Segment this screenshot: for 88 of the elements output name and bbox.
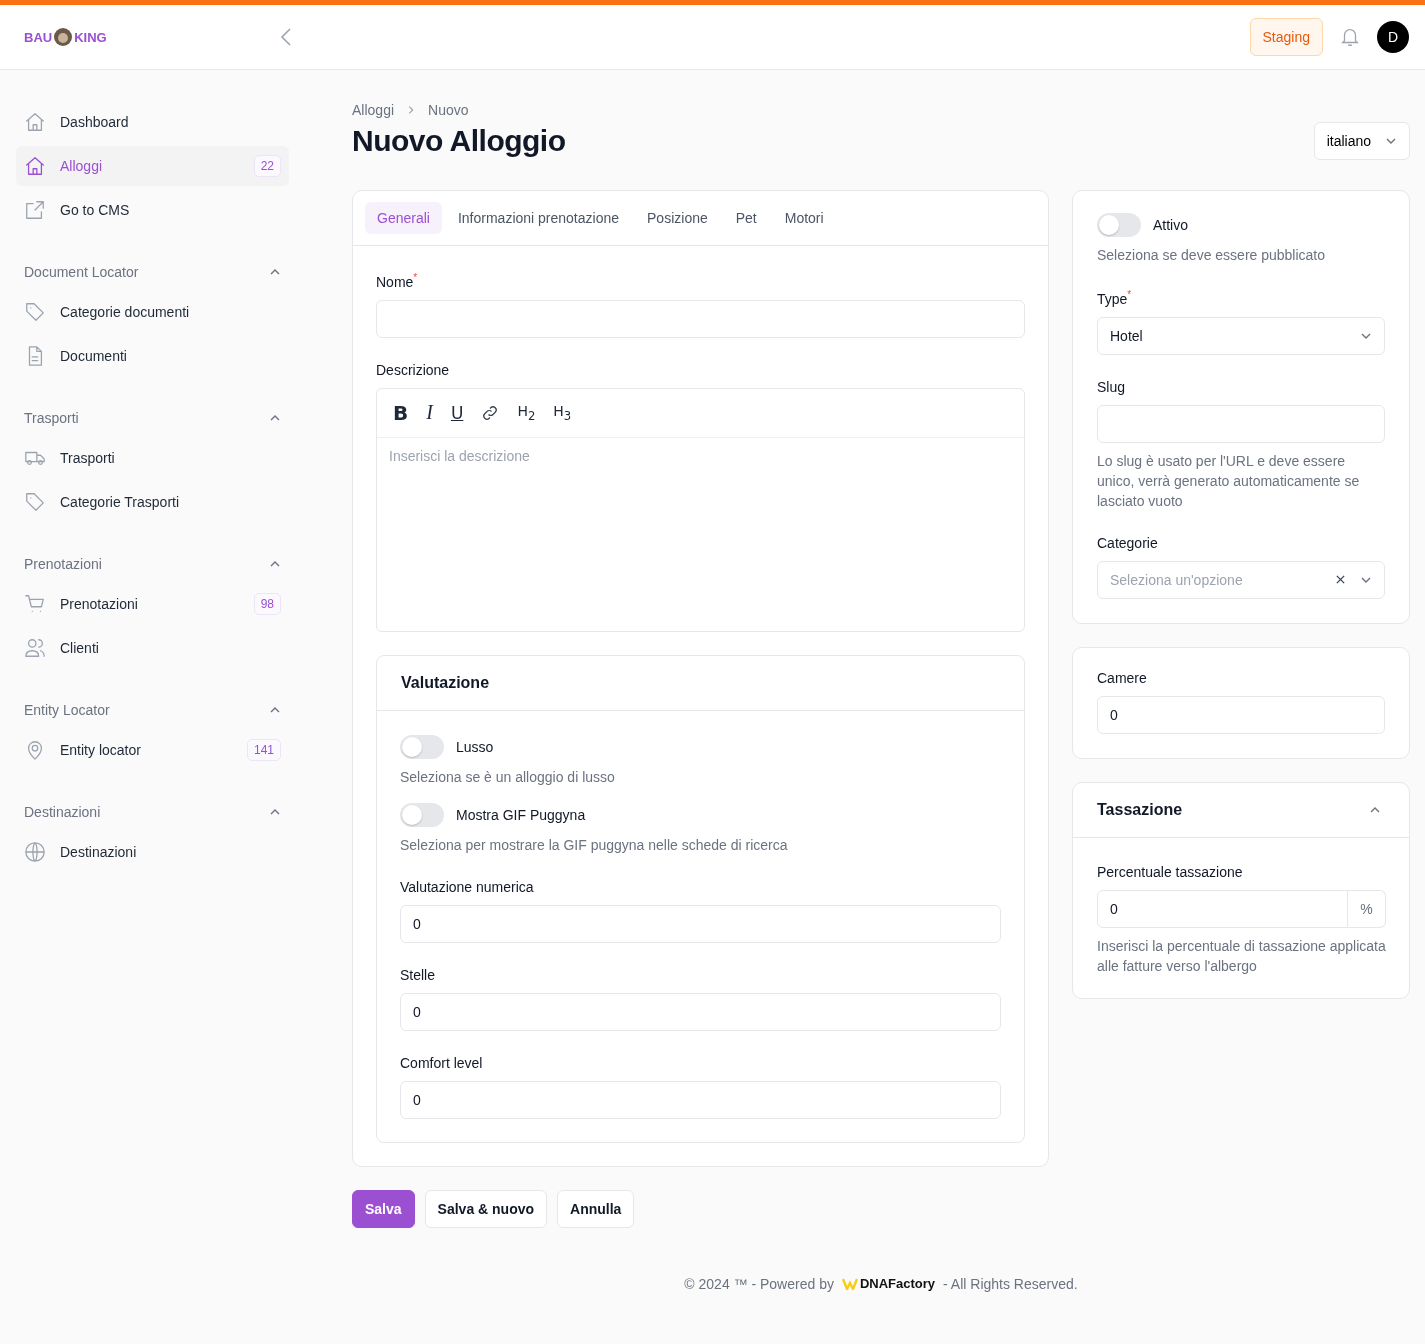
sidebar-section-header[interactable]: Entity Locator <box>16 692 289 728</box>
sidebar-item[interactable]: Destinazioni <box>16 832 289 872</box>
card-title: Tassazione <box>1097 800 1183 819</box>
heading-button[interactable]: H$_{3}$ <box>553 402 572 423</box>
heading-button[interactable]: H$_{2}$ <box>517 402 536 423</box>
count-badge: 98 <box>253 593 281 615</box>
field-label: Nome$^{*}$ <box>376 272 419 290</box>
house-icon <box>24 155 46 177</box>
tab[interactable]: Informazioni prenotazione <box>445 202 632 234</box>
house-icon <box>24 111 46 133</box>
count-badge: 141 <box>246 739 281 761</box>
breadcrumb-link[interactable]: Nuovo <box>428 102 469 118</box>
type-select[interactable]: Hotel <box>1097 316 1385 355</box>
tab[interactable]: Posizione <box>635 202 720 234</box>
breadcrumb-link[interactable]: Alloggi <box>352 102 395 118</box>
percent-suffix: % <box>1348 889 1386 928</box>
sidebar-section-header[interactable]: Prenotazioni <box>16 546 289 582</box>
field-label: Categorie <box>1097 534 1159 551</box>
tax-input-field[interactable]: 0 <box>1097 889 1348 928</box>
globe-icon <box>24 841 46 863</box>
sidebar-item[interactable]: Go to CMS <box>16 190 289 230</box>
sidebar-item[interactable]: Dashboard <box>16 102 289 142</box>
count-badge: 22 <box>253 155 281 177</box>
user-avatar[interactable]: D <box>1377 21 1409 53</box>
tab[interactable]: Generali <box>365 202 442 234</box>
rooms-input-field[interactable]: 0 <box>1097 695 1385 734</box>
field-label: Stelle <box>400 966 437 983</box>
name-input-field[interactable] <box>376 299 1025 338</box>
clear-icon[interactable] <box>1335 574 1346 586</box>
language-select[interactable]: italiano <box>1313 122 1410 160</box>
card-title: Valutazione <box>377 655 1024 711</box>
help-text: Seleziona se deve essere pubblicato <box>1097 246 1327 265</box>
field-label: Descrizione <box>376 361 451 378</box>
link-icon[interactable] <box>481 403 500 422</box>
footer-text: © 2024 ™ - Powered by <box>684 1275 834 1292</box>
toggle-switch[interactable] <box>400 802 444 827</box>
action-button[interactable]: Salva & nuovo <box>424 1189 548 1228</box>
italic-button[interactable]: I <box>426 401 433 425</box>
company-logo: DNAFactory <box>841 1276 936 1292</box>
bold-button[interactable]: B <box>393 400 409 425</box>
description-placeholder: Inserisci la descrizione <box>388 446 531 466</box>
field-label: Slug <box>1097 378 1127 395</box>
sidebar-item[interactable]: Categorie documenti <box>16 292 289 332</box>
number-input-field[interactable]: 0 <box>400 904 1001 943</box>
logo-drawing: BAU KING <box>24 27 107 47</box>
field-label: Comfort level <box>400 1054 484 1071</box>
field-label: Type$^{*}$ <box>1097 289 1133 307</box>
help-text: Seleziona per mostrare la GIF puggyna nelle schede di ricerca <box>400 835 789 855</box>
field-label: Percentuale tassazione <box>1097 863 1244 880</box>
collapse-sidebar-icon[interactable] <box>280 27 292 47</box>
sidebar-section-header[interactable]: Trasporti <box>16 400 289 436</box>
help-text: Lo slug è usato per l'URL e deve essere unico, verrà generato automaticamente se lasciato vuoto <box>1097 451 1361 511</box>
field-label: Valutazione numerica <box>400 878 535 895</box>
external-link-icon <box>24 199 46 221</box>
cart-icon <box>24 593 46 615</box>
tag-icon <box>24 491 46 513</box>
save-button[interactable]: Salva <box>352 1189 415 1228</box>
users-icon <box>24 637 46 659</box>
field-label: Camere <box>1097 669 1148 686</box>
sidebar-item[interactable]: Prenotazioni 98 <box>16 584 289 624</box>
sidebar-item[interactable]: Alloggi 22 <box>16 146 289 186</box>
environment-badge: Staging <box>1249 18 1323 56</box>
sidebar-item[interactable]: Clienti <box>16 628 289 668</box>
toggle-label: Mostra GIF Puggyna <box>456 806 586 823</box>
page-title: Nuovo Alloggio <box>352 124 566 158</box>
underline-button[interactable]: U <box>450 402 464 423</box>
toggle-switch[interactable] <box>400 734 444 759</box>
sidebar-item[interactable]: Entity locator 141 <box>16 730 289 770</box>
action-button[interactable]: Annulla <box>557 1189 635 1228</box>
bell-icon[interactable] <box>1339 26 1361 48</box>
sidebar-section-header[interactable]: Destinazioni <box>16 794 289 830</box>
sidebar-item[interactable]: Trasporti <box>16 438 289 478</box>
sidebar-item[interactable]: Documenti <box>16 336 289 376</box>
toggle-label: Attivo <box>1153 217 1188 233</box>
footer-text: - All Rights Reserved. <box>943 1275 1078 1292</box>
rich-text-editor[interactable]: B I U H$_{2}$ H$_{3}$ Inserisci la descrizione <box>376 387 1025 632</box>
sidebar-item[interactable]: Categorie Trasporti <box>16 482 289 522</box>
help-text: Seleziona se è un alloggio di lusso <box>400 767 616 787</box>
slug-input-field[interactable] <box>1097 404 1385 443</box>
help-text: Inserisci la percentuale di tassazione applicata alle fatture verso l'albergo <box>1097 936 1386 976</box>
number-input-field[interactable]: 0 <box>400 992 1001 1031</box>
tag-icon <box>24 301 46 323</box>
number-input-field[interactable]: 0 <box>400 1080 1001 1119</box>
tab[interactable]: Motori <box>772 202 836 234</box>
tab[interactable]: Pet <box>723 202 769 234</box>
toggle-switch[interactable] <box>1097 213 1141 237</box>
sidebar-section-header[interactable]: Document Locator <box>16 254 289 290</box>
toggle-label: Lusso <box>456 738 494 755</box>
